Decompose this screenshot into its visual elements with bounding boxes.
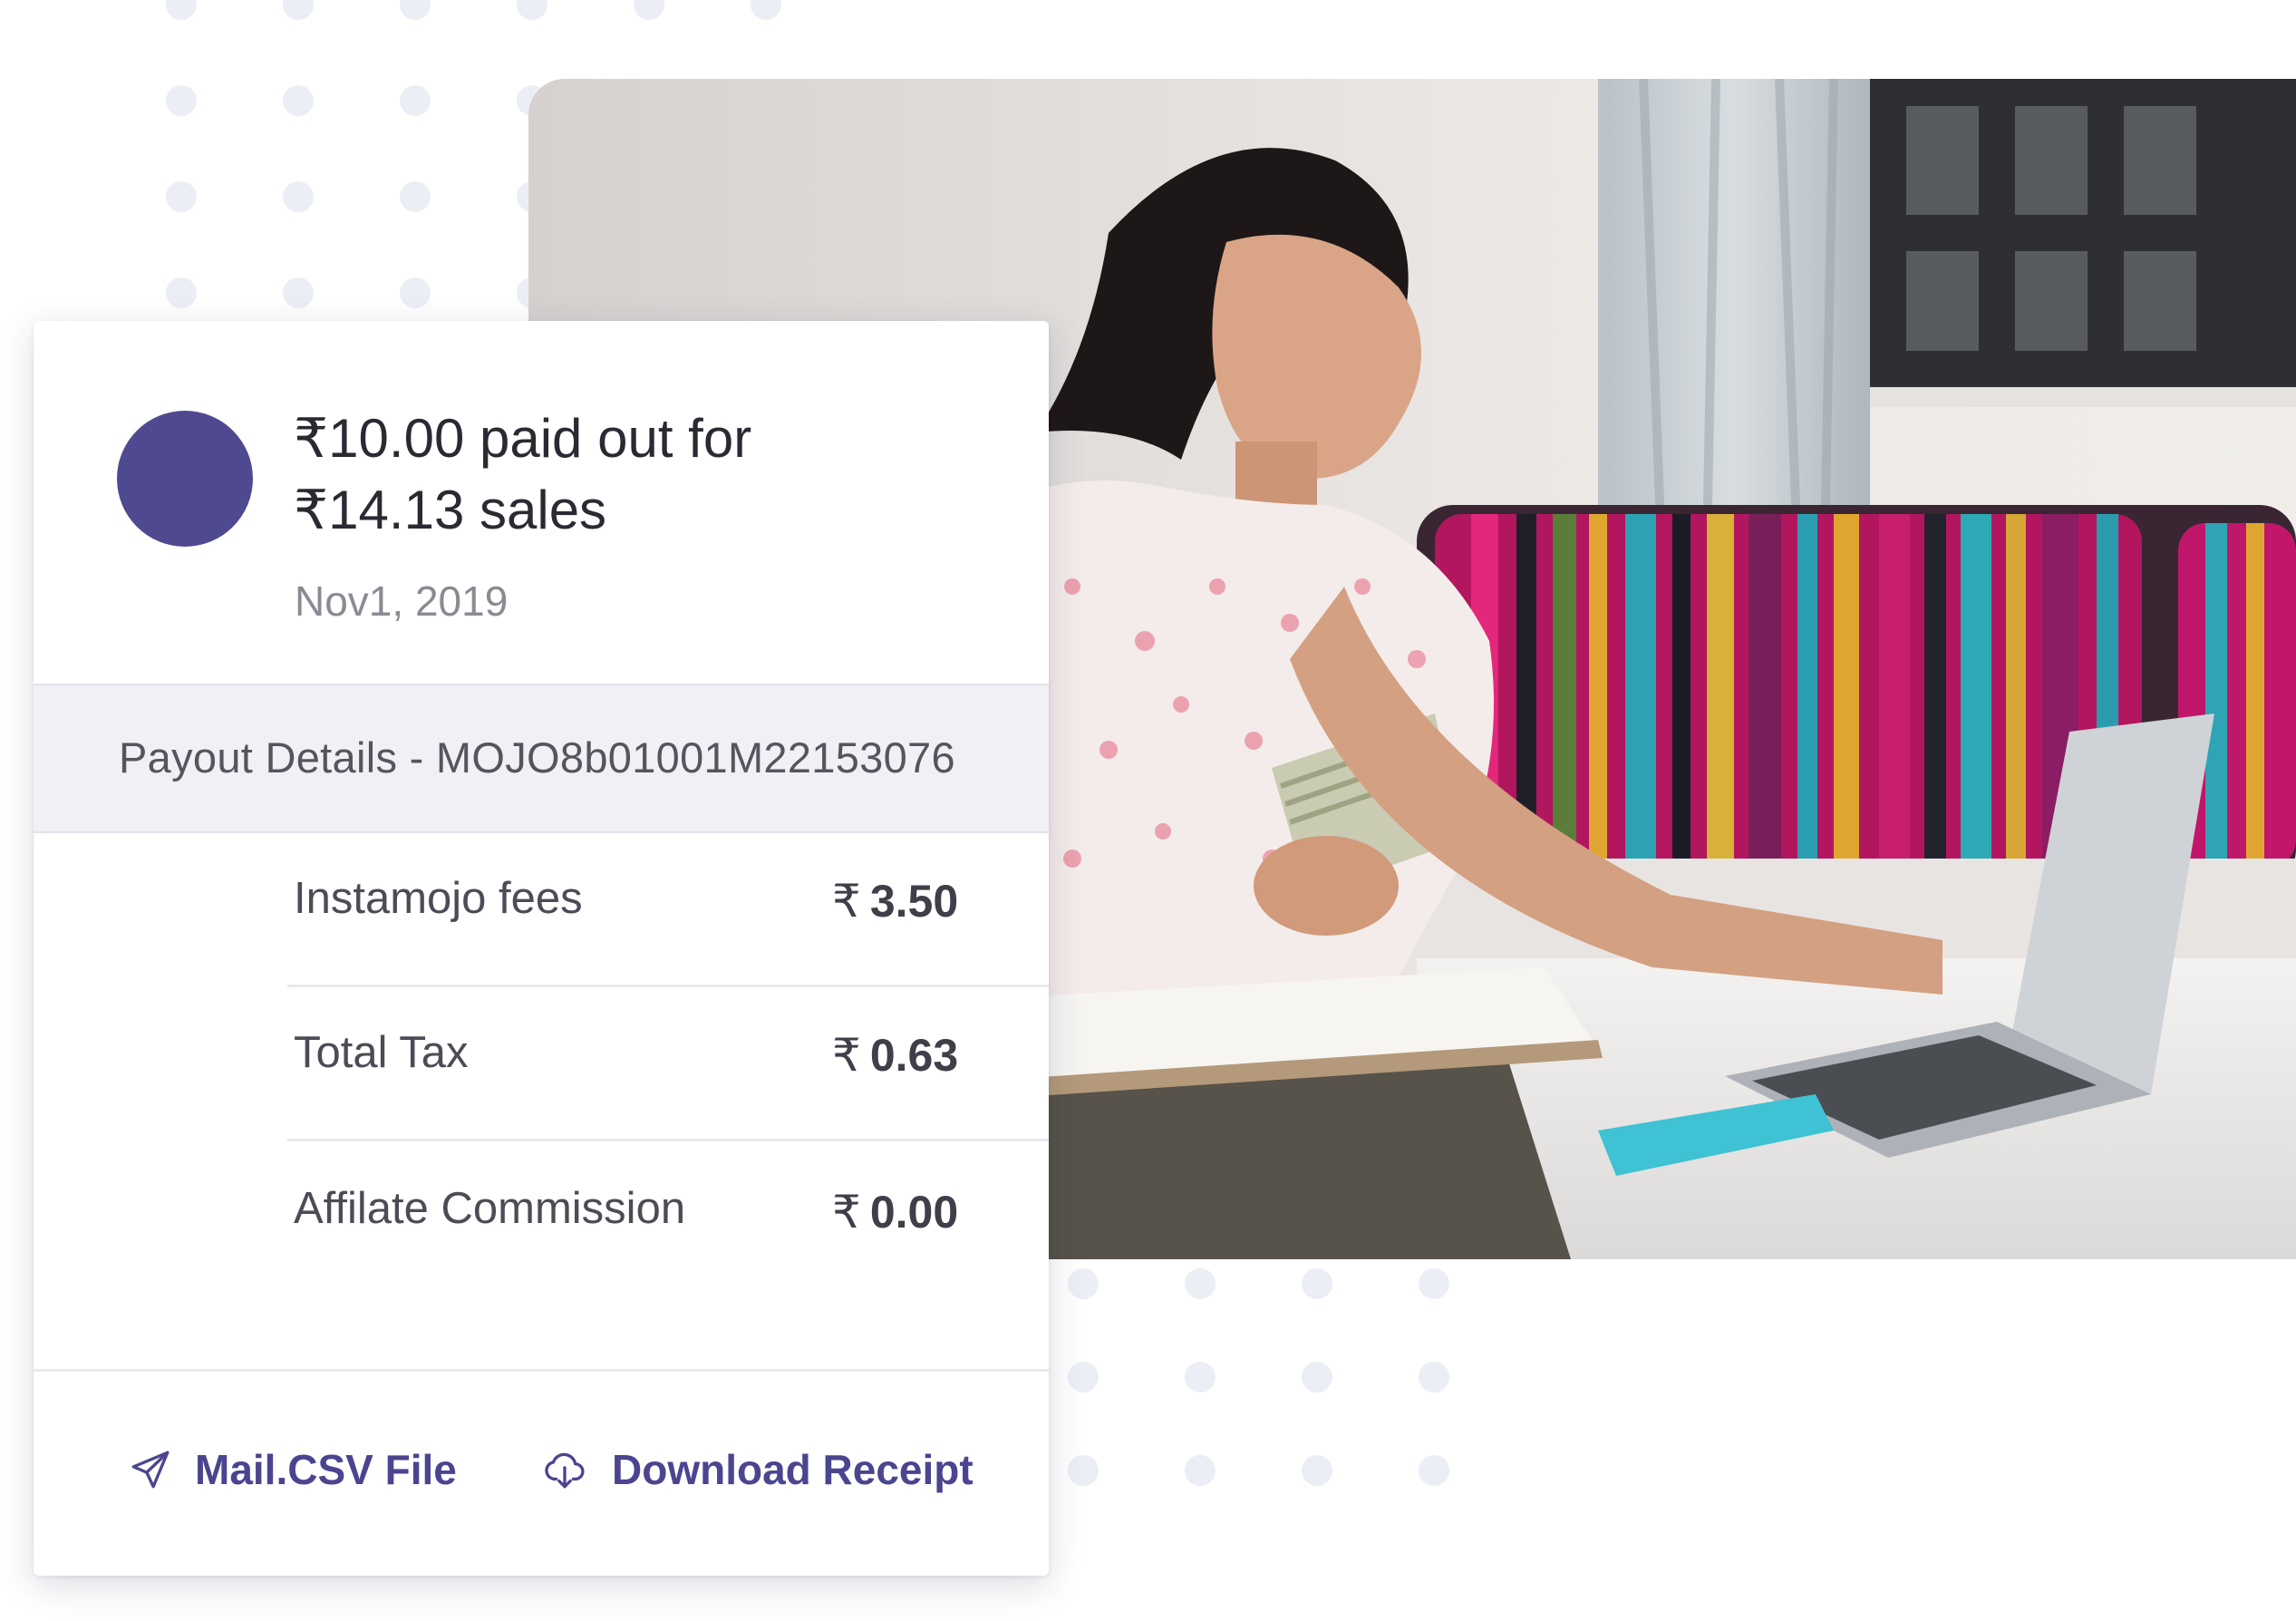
payout-date: Nov1, 2019 [295, 578, 509, 625]
sales-amount-line: ₹14.13 sales [294, 480, 607, 540]
rupee-symbol: ₹ [832, 1030, 861, 1081]
send-icon [128, 1447, 173, 1492]
commission-label: Affilate Commission [294, 1184, 686, 1233]
download-receipt-label: Download Receipt [612, 1446, 974, 1493]
commission-amount-value: 0.00 [869, 1187, 959, 1238]
mail-csv-label: Mail.CSV File [195, 1446, 457, 1493]
avatar [117, 411, 253, 547]
divider [34, 1369, 1049, 1372]
payout-amount-line: ₹10.00 paid out for [294, 408, 752, 469]
cloud-download-icon [542, 1447, 587, 1492]
commission-row: Affilate Commission ₹0.00 [287, 1141, 1049, 1296]
tax-label: Total Tax [294, 1028, 469, 1077]
payout-details-title: Payout Details - MOJO8b01001M22153076 [119, 733, 955, 781]
payout-summary: ₹10.00 paid out for ₹14.13 sales [294, 403, 1001, 546]
download-receipt-button[interactable]: Download Receipt [542, 1445, 974, 1494]
fee-label: Instamojo fees [294, 874, 583, 923]
rupee-symbol: ₹ [832, 876, 861, 927]
mail-csv-button[interactable]: Mail.CSV File [128, 1445, 457, 1494]
tax-row: Total Tax ₹0.63 [287, 987, 1049, 1141]
fee-amount: ₹3.50 [832, 875, 958, 927]
commission-amount: ₹0.00 [832, 1186, 958, 1238]
tax-amount-value: 0.63 [869, 1030, 959, 1081]
fee-amount-value: 3.50 [869, 876, 959, 927]
fee-row: Instamojo fees ₹3.50 [287, 833, 1049, 987]
payout-card: ₹10.00 paid out for ₹14.13 sales Nov1, 2… [34, 321, 1049, 1576]
decorative-dot-grid [1068, 1268, 1449, 1486]
tax-amount: ₹0.63 [832, 1029, 958, 1082]
rupee-symbol: ₹ [832, 1187, 861, 1238]
payout-details-header: Payout Details - MOJO8b01001M22153076 [34, 684, 1049, 833]
